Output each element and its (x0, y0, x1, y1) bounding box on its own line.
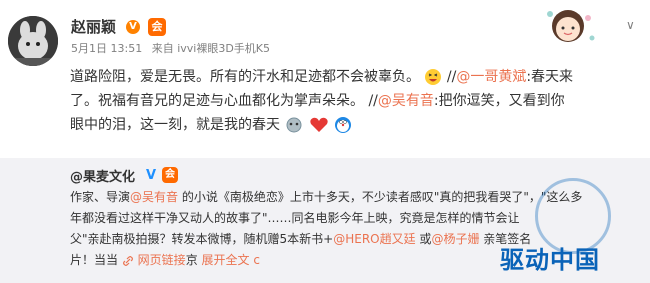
girl-sticker-icon (532, 2, 604, 50)
post-username[interactable]: 赵丽颖 (71, 16, 116, 37)
heart-emoji-icon (310, 117, 328, 132)
laughing-emoji-icon (425, 69, 442, 85)
expand-chevron-icon[interactable]: c (253, 253, 260, 267)
post-line-2: 了。祝福有音兄的足迹与心血都化为掌声朵朵。 //@吴有音:把你逗笑，又看到你 (70, 93, 565, 109)
link-icon (122, 255, 133, 266)
post-date[interactable]: 5月1日 13:51 (71, 42, 142, 55)
post-source-prefix: 来自 (151, 42, 174, 55)
post-line-3: 眼中的泪，这一刻，就是我的春天 (70, 113, 645, 137)
mention-link[interactable]: @HERO趙又廷 (333, 232, 415, 246)
watermark-text: 驱动中国 (500, 246, 600, 274)
mention-link[interactable]: @吴有音 (130, 190, 178, 204)
weibo-post: 赵丽颖 V 会 5月1日 13:51 来自 ivvi裸眼3D手机K5 ∨ 道路险… (0, 0, 650, 283)
repost-author[interactable]: @果麦文化 (70, 166, 135, 185)
expand-full-text-link[interactable]: 展开全文 (202, 253, 250, 267)
post-meta: 5月1日 13:51 来自 ivvi裸眼3D手机K5 (71, 40, 270, 56)
repost-member-badge[interactable]: 会 (162, 167, 178, 183)
avatar-image (8, 16, 58, 66)
repost-verified-badge[interactable]: V (146, 168, 156, 183)
post-line-1: 道路险阻，爱是无畏。所有的汗水和足迹都不会被辜负。 //@一哥黄斌:春天来 (70, 69, 574, 85)
web-link[interactable]: 网页链接 (138, 253, 186, 267)
mention-link[interactable]: @吴有音 (378, 93, 434, 109)
post-source[interactable]: ivvi裸眼3D手机K5 (177, 42, 270, 55)
bottle-emoji-icon (286, 117, 302, 133)
post-menu-chevron-icon[interactable]: ∨ (626, 18, 635, 32)
doraemon-emoji-icon (335, 117, 352, 133)
member-badge[interactable]: 会 (148, 18, 166, 36)
avatar[interactable] (8, 16, 58, 66)
post-body: 道路险阻，爱是无畏。所有的汗水和足迹都不会被辜负。 //@一哥黄斌:春天来 了。… (70, 65, 645, 137)
verified-badge[interactable]: V (126, 20, 140, 34)
mention-link[interactable]: @一哥黄斌 (456, 69, 526, 85)
mention-link[interactable]: @杨子姗 (431, 232, 479, 246)
